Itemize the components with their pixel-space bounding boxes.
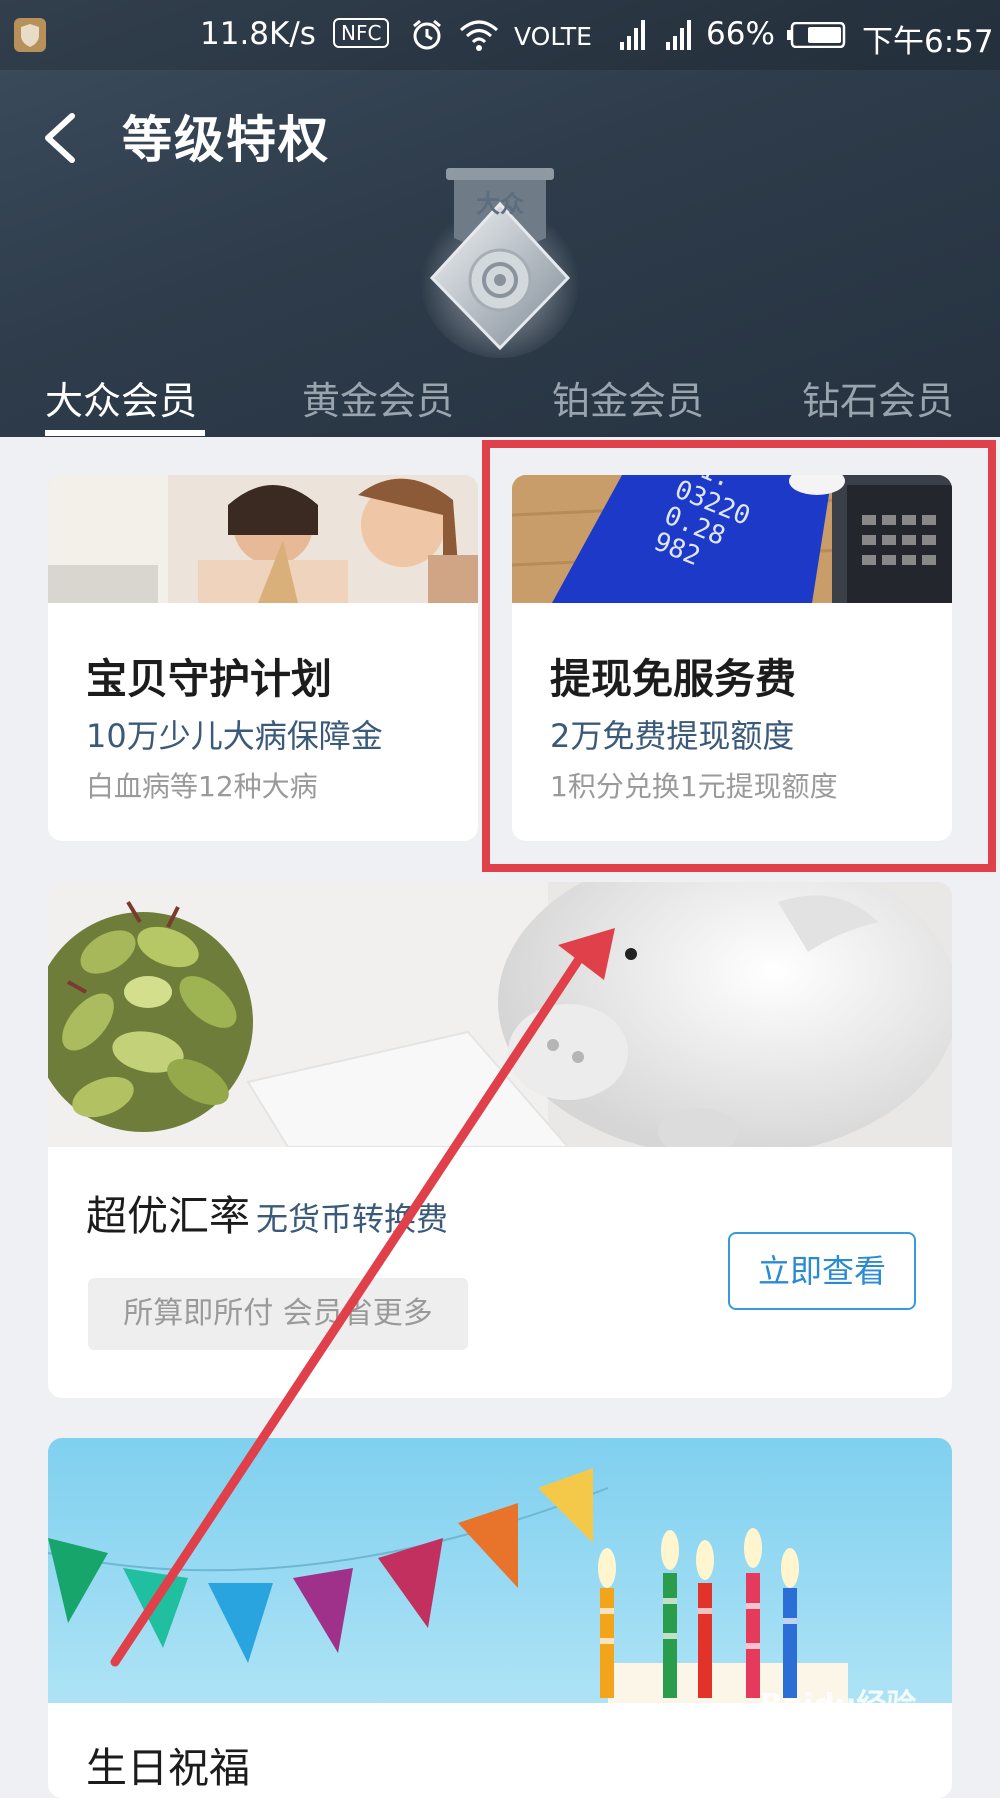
watermark-brand: Baidu经验 [760, 1688, 917, 1723]
back-icon[interactable] [40, 112, 80, 164]
privilege-card-baby-protection[interactable]: 宝贝守护计划 10万少儿大病保障金 白血病等12种大病 [48, 475, 478, 841]
tab-gold-member[interactable]: 黄金会员 [302, 370, 454, 425]
active-tab-indicator [45, 430, 205, 436]
promo-tag: 所算即所付 会员省更多 [88, 1278, 468, 1350]
card-subtitle: 无货币转换费 [256, 1200, 449, 1238]
card-note: 白血病等12种大病 [86, 770, 318, 803]
card-title: 宝贝守护计划 [86, 655, 332, 703]
volte-indicator: VOLTE [514, 22, 592, 51]
clock: 下午6:57 [862, 24, 994, 60]
bank-card-photo: 41. 03220 0.28 982 [512, 475, 952, 603]
card-title: 超优汇率 [86, 1192, 250, 1240]
birthday-photo [48, 1438, 952, 1703]
battery-icon [787, 22, 846, 48]
card-title: 生日祝福 [86, 1744, 250, 1792]
family-photo [48, 475, 478, 603]
member-tabs: 大众会员 黄金会员 铂金会员 钻石会员 [0, 370, 1000, 437]
baidu-watermark: Baidu经验 jingyan.baidu.com [760, 1680, 990, 1760]
watermark-url: jingyan.baidu.com [760, 1724, 945, 1748]
card-note: 1积分兑换1元提现额度 [550, 770, 838, 803]
page-title: 等级特权 [122, 111, 330, 169]
tab-standard-member[interactable]: 大众会员 [45, 370, 197, 425]
piggy-bank-photo [48, 882, 952, 1147]
battery-percent: 66% [706, 16, 775, 52]
alarm-icon [413, 19, 441, 50]
card-title: 提现免服务费 [550, 655, 796, 703]
tab-platinum-member[interactable]: 铂金会员 [552, 370, 704, 425]
tab-diamond-member[interactable]: 钻石会员 [802, 370, 954, 425]
shield-icon [14, 18, 46, 52]
signal-icon [620, 20, 645, 50]
privilege-card-exchange-rate[interactable]: 超优汇率 无货币转换费 所算即所付 会员省更多 立即查看 [48, 882, 952, 1398]
card-subtitle: 10万少儿大病保障金 [86, 717, 383, 755]
status-bar: 11.8K/s NFC VOLTE 66% 下午6:57 [0, 0, 1000, 70]
network-speed: 11.8K/s [200, 16, 316, 52]
nfc-icon: NFC [333, 18, 390, 48]
badge-label: 大众 [476, 190, 524, 218]
header: 11.8K/s NFC VOLTE 66% 下午6:57 等级特权 大众 大众会… [0, 0, 1000, 437]
signal-icon [666, 20, 691, 50]
privilege-card-withdraw-fee[interactable]: 41. 03220 0.28 982 提现免服务费 2万免费提现额度 1积分兑换… [512, 475, 952, 841]
view-now-button[interactable]: 立即查看 [728, 1232, 916, 1310]
wifi-icon [460, 20, 498, 51]
card-subtitle: 2万免费提现额度 [550, 717, 795, 755]
